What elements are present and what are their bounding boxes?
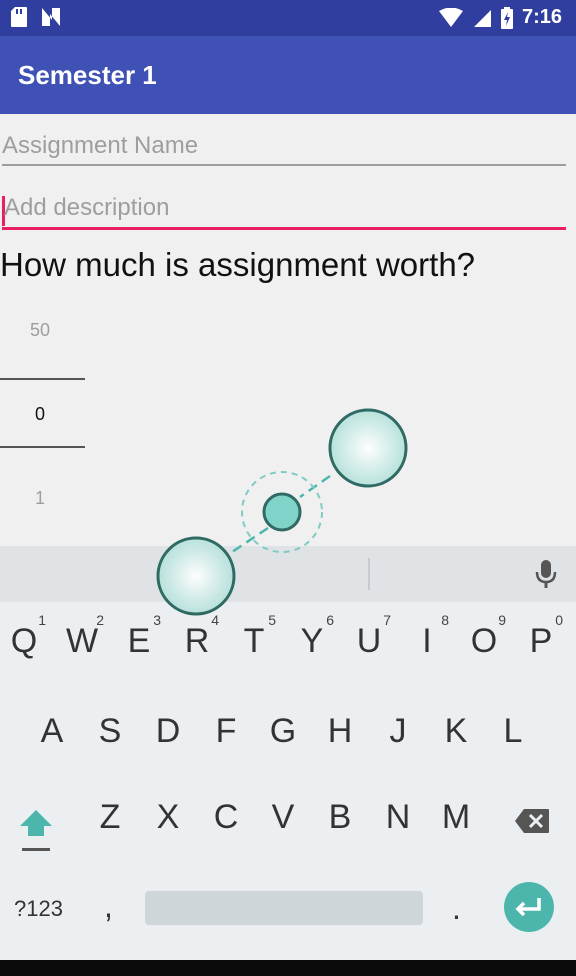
key-s[interactable]: S (82, 712, 138, 768)
picker-divider-bottom (0, 446, 85, 448)
key-j[interactable]: J (370, 712, 426, 768)
suggestion-divider (368, 558, 370, 590)
enter-button[interactable] (504, 882, 554, 932)
key-a[interactable]: A (24, 712, 80, 768)
key-l[interactable]: L (485, 712, 541, 768)
battery-icon (500, 6, 513, 29)
key-y[interactable]: 6Y (284, 612, 340, 678)
key-label: I (422, 622, 432, 660)
key-d[interactable]: D (140, 712, 196, 768)
description-placeholder: Add description (4, 194, 170, 221)
enter-icon (515, 898, 541, 917)
key-label: T (243, 622, 265, 660)
key-u[interactable]: 7U (341, 612, 397, 678)
status-time: 7:16 (521, 6, 562, 28)
main-content: Assignment Name Add description How much… (0, 114, 576, 546)
assignment-name-placeholder: Assignment Name (2, 132, 199, 159)
key-n[interactable]: N (370, 798, 426, 854)
key-p[interactable]: 0P (513, 612, 569, 678)
description-field[interactable]: Add description (2, 194, 566, 230)
key-label: W (65, 622, 99, 660)
key-label: Y (300, 622, 324, 660)
key-number-hint: 0 (555, 612, 563, 628)
key-label: U (356, 622, 382, 660)
key-number-hint: 9 (498, 612, 506, 628)
key-o[interactable]: 9O (456, 612, 512, 678)
key-q[interactable]: 1Q (0, 612, 52, 678)
key-v[interactable]: V (255, 798, 311, 854)
period-key[interactable]: . (452, 890, 461, 927)
key-label: E (127, 622, 151, 660)
key-w[interactable]: 2W (54, 612, 110, 678)
key-i[interactable]: 8I (399, 612, 455, 678)
n-notification-icon (42, 8, 60, 26)
assignment-name-field[interactable]: Assignment Name (2, 132, 566, 166)
key-label: Q (10, 622, 38, 660)
comma-key[interactable]: , (104, 888, 113, 925)
key-c[interactable]: C (198, 798, 254, 854)
worth-number-picker[interactable]: 50 0 1 (0, 310, 86, 510)
key-h[interactable]: H (312, 712, 368, 768)
key-number-hint: 3 (153, 612, 161, 628)
key-number-hint: 5 (268, 612, 276, 628)
page-title: Semester 1 (18, 60, 157, 90)
key-number-hint: 2 (96, 612, 104, 628)
picker-next-value[interactable]: 1 (0, 488, 80, 509)
wifi-icon (438, 7, 463, 27)
key-t[interactable]: 5T (226, 612, 282, 678)
picker-previous-value[interactable]: 50 (0, 320, 80, 341)
key-number-hint: 1 (38, 612, 46, 628)
key-b[interactable]: B (312, 798, 368, 854)
app-bar: Semester 1 (0, 36, 576, 114)
navigation-bar (0, 960, 576, 976)
key-m[interactable]: M (428, 798, 484, 854)
key-label: P (529, 622, 553, 660)
suggestion-strip[interactable] (0, 546, 576, 602)
key-g[interactable]: G (255, 712, 311, 768)
key-number-hint: 4 (211, 612, 219, 628)
key-x[interactable]: X (140, 798, 196, 854)
soft-keyboard: 1Q 2W 3E 4R 5T 6Y 7U 8I 9O 0P A S D F G … (0, 546, 576, 960)
worth-question: How much is assignment worth? (0, 246, 476, 283)
symbols-key[interactable]: ?123 (14, 896, 63, 922)
microphone-icon[interactable] (532, 558, 560, 590)
key-z[interactable]: Z (82, 798, 138, 854)
key-k[interactable]: K (428, 712, 484, 768)
backspace-icon[interactable] (514, 808, 550, 834)
picker-divider-top (0, 378, 85, 380)
key-number-hint: 6 (326, 612, 334, 628)
key-label: R (184, 622, 210, 660)
suggestion-divider (196, 558, 198, 590)
key-f[interactable]: F (198, 712, 254, 768)
signal-icon (473, 9, 491, 27)
key-r[interactable]: 4R (169, 612, 225, 678)
key-label: O (470, 622, 498, 660)
status-bar: 7:16 (0, 0, 576, 36)
shift-icon[interactable] (18, 804, 54, 854)
picker-current-value[interactable]: 0 (0, 404, 80, 425)
key-number-hint: 8 (441, 612, 449, 628)
key-number-hint: 7 (383, 612, 391, 628)
key-e[interactable]: 3E (111, 612, 167, 678)
space-bar[interactable] (145, 891, 423, 925)
sd-card-icon (11, 7, 27, 27)
